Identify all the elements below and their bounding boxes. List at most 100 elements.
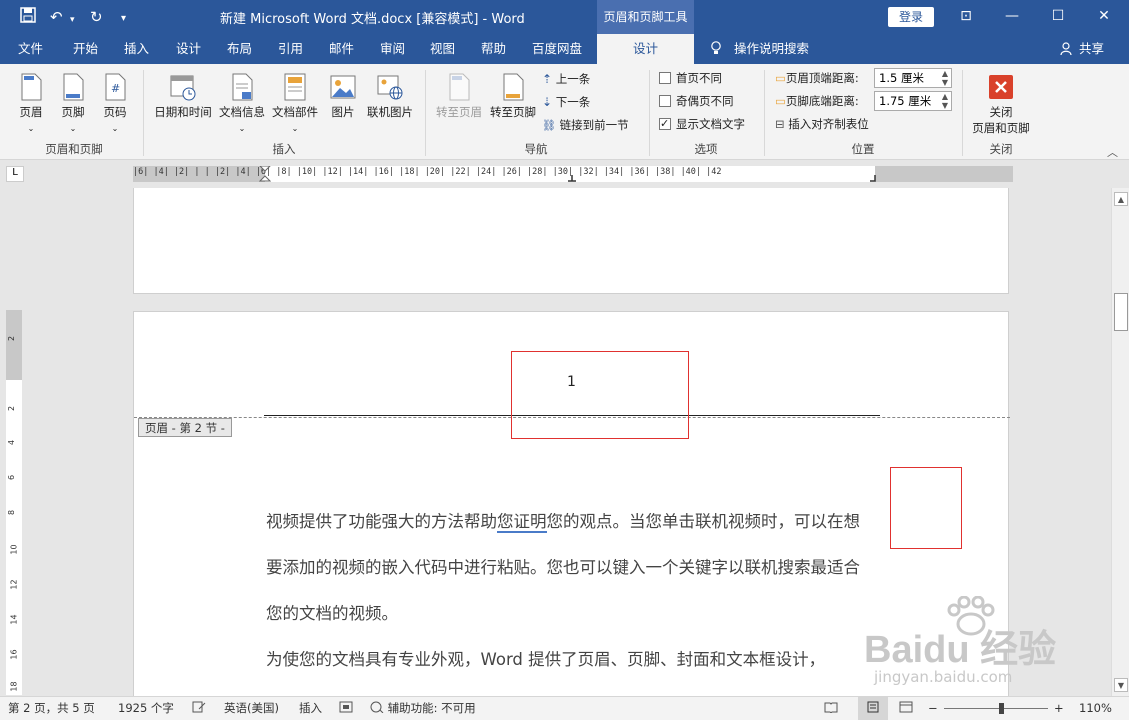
group-label-options: 选项 — [694, 142, 718, 156]
footer-bottom-distance: ▭页脚底端距离: — [775, 92, 859, 110]
accessibility-label: 辅助功能: 不可用 — [387, 701, 476, 715]
tab-references[interactable]: 引用 — [278, 34, 303, 64]
share-button[interactable]: 共享 — [1060, 34, 1104, 64]
tell-me-search[interactable]: 操作说明搜索 — [710, 34, 809, 64]
page-number-button[interactable]: # 页码 ⌄ — [98, 72, 132, 134]
tab-baidu-netdisk[interactable]: 百度网盘 — [532, 34, 582, 64]
zoom-slider-track[interactable] — [944, 708, 1048, 709]
page-count[interactable]: 第 2 页，共 5 页 — [8, 697, 95, 720]
close-header-footer-button[interactable]: 关闭 页眉和页脚 — [968, 74, 1034, 136]
page-previous[interactable] — [133, 188, 1009, 294]
tab-stop-icon[interactable] — [567, 174, 577, 182]
picture-button[interactable]: 图片 — [327, 72, 359, 120]
chevron-down-icon: ⌄ — [111, 124, 119, 133]
vruler-tick: 14 — [9, 614, 19, 625]
vertical-ruler[interactable]: 2 2 4 6 8 10 12 14 16 18 — [6, 310, 22, 695]
footer-bottom-label: 页脚底端距离: — [785, 94, 859, 108]
accessibility-status[interactable]: 辅助功能: 不可用 — [370, 697, 476, 720]
header-top-spinner[interactable]: 1.5 厘米 ▲ ▼ — [874, 68, 952, 88]
indent-marker-icon[interactable] — [259, 166, 271, 182]
tab-help[interactable]: 帮助 — [481, 34, 506, 64]
vertical-scrollbar[interactable]: ▲ ▼ — [1111, 188, 1129, 696]
ribbon-display-options-icon[interactable]: ⊡ — [943, 0, 989, 34]
goto-header-button[interactable]: 转至页眉 — [433, 72, 485, 120]
doc-parts-button[interactable]: 文档部件 ⌄ — [270, 72, 320, 134]
different-first-page-checkbox[interactable]: 首页不同 — [659, 69, 722, 87]
tab-file[interactable]: 文件 — [18, 34, 43, 64]
header-top-label: 页眉顶端距离: — [785, 71, 859, 85]
proofing-icon[interactable] — [192, 697, 206, 720]
zoom-out-button[interactable]: − — [928, 697, 938, 720]
redo-icon[interactable]: ↻ — [90, 7, 103, 27]
tab-layout[interactable]: 布局 — [227, 34, 252, 64]
tab-view[interactable]: 视图 — [430, 34, 455, 64]
spinner-arrows-icon[interactable]: ▲ ▼ — [942, 92, 948, 110]
vruler-tick: 12 — [9, 579, 19, 590]
online-picture-button[interactable]: 联机图片 — [363, 72, 417, 120]
footer-label: 页脚 — [61, 105, 85, 119]
tab-design[interactable]: 设计 — [176, 34, 201, 64]
web-layout-icon[interactable] — [899, 697, 913, 720]
undo-icon[interactable]: ↶ — [50, 7, 63, 27]
footer-button[interactable]: 页脚 ⌄ — [56, 72, 90, 134]
customize-quick-access-icon[interactable]: ▾ — [121, 9, 126, 29]
footer-bottom-spinner[interactable]: 1.75 厘米 ▲ ▼ — [874, 91, 952, 111]
vruler-tick: 2 — [7, 335, 17, 342]
insert-alignment-tab-button[interactable]: ⊟ 插入对齐制表位 — [775, 115, 869, 133]
horizontal-ruler[interactable]: |6| |4| |2| | | |2| |4| |6| |8| |10| |12… — [133, 166, 1013, 182]
lightbulb-icon — [710, 41, 734, 56]
header-top-distance: ▭页眉顶端距离: — [775, 69, 859, 87]
tab-review[interactable]: 审阅 — [380, 34, 405, 64]
chevron-down-icon: ⌄ — [27, 124, 35, 133]
scroll-thumb[interactable] — [1114, 293, 1128, 331]
accessibility-icon — [370, 701, 388, 715]
tab-selector[interactable]: L — [6, 166, 24, 182]
vruler-tick: 4 — [7, 439, 17, 446]
group-label-position: 位置 — [851, 142, 875, 156]
different-odd-even-checkbox[interactable]: 奇偶页不同 — [659, 92, 734, 110]
close-label-1: 关闭 — [989, 105, 1013, 119]
login-button[interactable]: 登录 — [888, 7, 934, 27]
maximize-button[interactable]: ☐ — [1035, 0, 1081, 34]
right-tab-stop-icon[interactable] — [869, 174, 879, 182]
minimize-button[interactable]: — — [989, 0, 1035, 34]
date-time-button[interactable]: 日期和时间 — [152, 72, 214, 120]
body-paragraph-2[interactable]: 为使您的文档具有专业外观，Word 提供了页眉、页脚、封面和文本框设计， — [266, 637, 871, 683]
close-window-button[interactable]: ✕ — [1081, 0, 1127, 34]
person-icon — [1060, 41, 1079, 56]
goto-header-icon — [449, 73, 470, 101]
save-icon[interactable] — [20, 7, 36, 28]
link-to-previous-button[interactable]: ⛓ 链接到前一节 — [542, 116, 629, 134]
vruler-top-margin — [6, 310, 22, 380]
undo-dropdown-icon[interactable]: ▾ — [70, 10, 75, 30]
doc-info-button[interactable]: 文档信息 ⌄ — [217, 72, 267, 134]
language[interactable]: 英语(美国) — [224, 697, 279, 720]
tab-mailings[interactable]: 邮件 — [329, 34, 354, 64]
print-layout-icon[interactable] — [858, 697, 888, 720]
date-time-label: 日期和时间 — [154, 105, 212, 119]
zoom-in-button[interactable]: + — [1054, 697, 1064, 720]
checkbox-checked — [659, 115, 671, 133]
scroll-up-arrow-icon[interactable]: ▲ — [1114, 192, 1128, 206]
spinner-arrows-icon[interactable]: ▲ ▼ — [942, 69, 948, 87]
next-label: 下一条 — [555, 95, 591, 109]
tab-home[interactable]: 开始 — [73, 34, 98, 64]
goto-footer-button[interactable]: 转至页脚 — [487, 72, 539, 120]
next-button[interactable]: ⇣ 下一条 — [542, 93, 590, 111]
body-paragraph-1[interactable]: 视频提供了功能强大的方法帮助您证明您的观点。当您单击联机视频时，可以在想要添加的… — [266, 499, 871, 637]
insert-mode[interactable]: 插入 — [299, 697, 322, 720]
zoom-level[interactable]: 110% — [1079, 697, 1112, 720]
previous-button[interactable]: ⇡ 上一条 — [542, 70, 590, 88]
show-document-text-checkbox[interactable]: 显示文档文字 — [659, 115, 745, 133]
header-button[interactable]: 页眉 ⌄ — [14, 72, 48, 134]
read-mode-icon[interactable] — [824, 697, 838, 720]
close-red-x-icon — [989, 75, 1013, 99]
zoom-slider-thumb[interactable] — [999, 703, 1004, 714]
tab-insert[interactable]: 插入 — [124, 34, 149, 64]
doc-parts-label: 文档部件 — [272, 105, 318, 119]
tab-header-footer-design[interactable]: 设计 — [597, 34, 694, 64]
goto-footer-icon — [503, 73, 524, 101]
word-count[interactable]: 1925 个字 — [118, 697, 174, 720]
scroll-down-arrow-icon[interactable]: ▼ — [1114, 678, 1128, 692]
macro-record-icon[interactable] — [339, 697, 353, 720]
